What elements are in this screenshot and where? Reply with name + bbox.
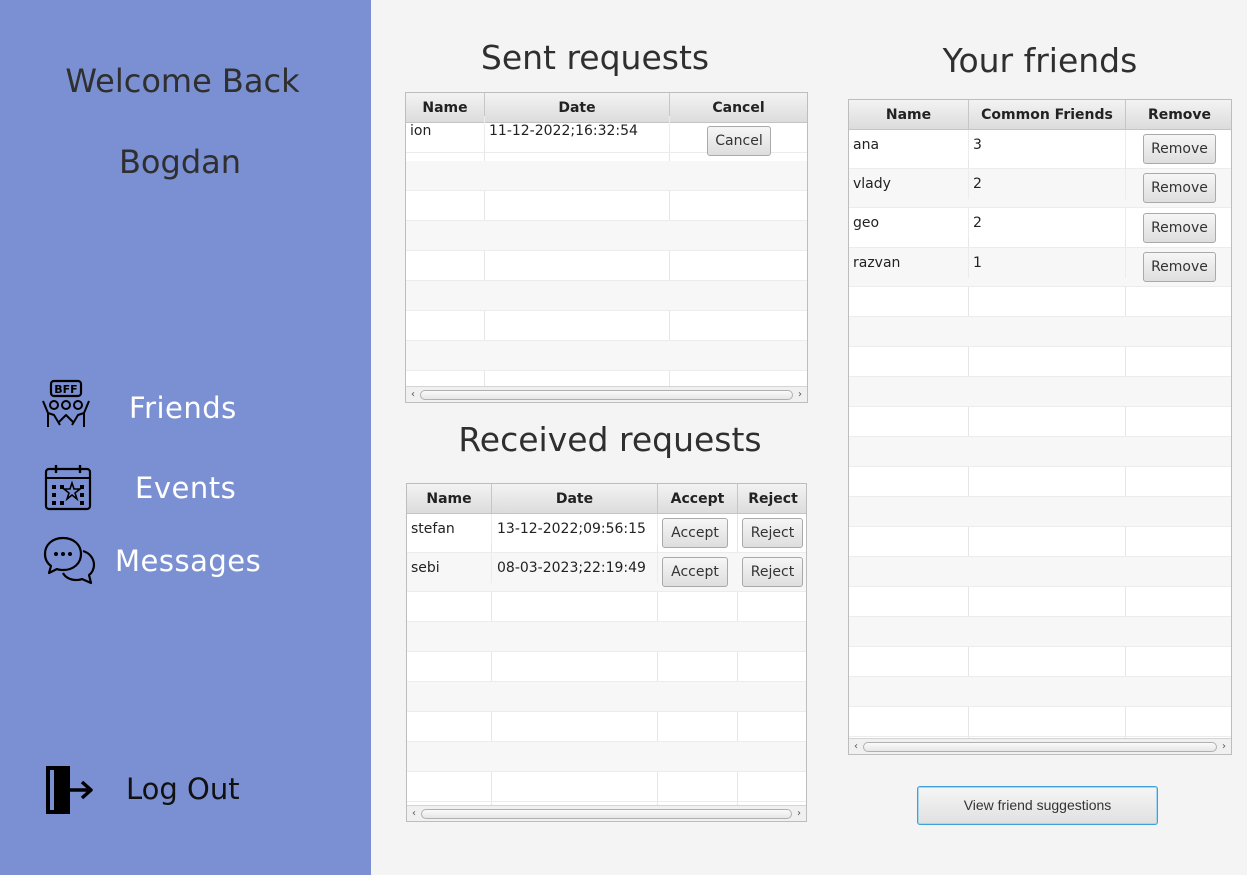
cell-name: geo [849, 208, 969, 238]
table-row[interactable]: vlady 2 Remove [849, 169, 1231, 208]
scroll-left-icon[interactable]: ‹ [849, 739, 863, 754]
table-row[interactable]: ana 3 Remove [849, 130, 1231, 169]
column-header-accept[interactable]: Accept [658, 484, 738, 514]
cell-common-friends: 2 [969, 169, 1126, 199]
remove-friend-button[interactable]: Remove [1143, 252, 1216, 282]
nav-events[interactable]: Events [135, 471, 236, 505]
received-requests-title: Received requests [458, 420, 762, 459]
scroll-right-icon[interactable]: › [792, 806, 806, 821]
table-header: Name Common Friends Remove [849, 100, 1231, 130]
bff-friends-icon[interactable]: BFF [40, 379, 92, 431]
table-row[interactable]: sebi 08-03-2023;22:19:49 Accept Reject [407, 553, 806, 592]
column-header-remove[interactable]: Remove [1126, 100, 1231, 130]
view-friend-suggestions-button[interactable]: View friend suggestions [917, 786, 1158, 825]
scroll-right-icon[interactable]: › [1217, 739, 1231, 754]
cell-date: 08-03-2023;22:19:49 [492, 553, 658, 583]
cell-common-friends: 1 [969, 248, 1126, 278]
accept-button[interactable]: Accept [662, 557, 728, 587]
cell-common-friends: 2 [969, 208, 1126, 238]
sent-requests-table: Name Date Cancel ion 11-12-2022;16:32:54… [405, 92, 808, 403]
remove-friend-button[interactable]: Remove [1143, 173, 1216, 203]
cell-name: vlady [849, 169, 969, 199]
horizontal-scrollbar[interactable]: ‹ › [407, 805, 806, 821]
column-header-date[interactable]: Date [492, 484, 658, 514]
sidebar: Welcome Back Bogdan BFF Friends Events M… [0, 0, 371, 875]
chat-bubbles-icon[interactable] [43, 535, 97, 587]
remove-friend-button[interactable]: Remove [1143, 134, 1216, 164]
logout-door-icon[interactable] [44, 764, 96, 816]
reject-button[interactable]: Reject [742, 518, 803, 548]
cell-name: stefan [407, 514, 492, 544]
logout-button[interactable]: Log Out [126, 772, 240, 806]
column-header-common-friends[interactable]: Common Friends [969, 100, 1126, 130]
username: Bogdan [118, 143, 242, 181]
cell-common-friends: 3 [969, 130, 1126, 160]
table-row[interactable]: razvan 1 Remove [849, 248, 1231, 287]
table-row[interactable]: ion 11-12-2022;16:32:54 Cancel [406, 116, 807, 156]
cell-date: 11-12-2022;16:32:54 [485, 116, 670, 146]
nav-messages[interactable]: Messages [115, 544, 261, 578]
table-row[interactable]: geo 2 Remove [849, 208, 1231, 248]
your-friends-title: Your friends [942, 41, 1138, 80]
svg-text:BFF: BFF [54, 383, 77, 396]
accept-button[interactable]: Accept [662, 518, 728, 548]
column-header-name[interactable]: Name [407, 484, 492, 514]
nav-friends[interactable]: Friends [129, 391, 237, 425]
cell-name: ana [849, 130, 969, 160]
calendar-icon[interactable] [44, 463, 92, 511]
column-header-cancel[interactable]: Cancel [670, 93, 807, 123]
received-requests-table: Name Date Accept Reject stefan 13-12-202… [406, 483, 807, 822]
horizontal-scrollbar[interactable]: ‹ › [849, 738, 1231, 754]
column-header-reject[interactable]: Reject [738, 484, 806, 514]
cell-name: sebi [407, 553, 492, 583]
cell-date: 13-12-2022;09:56:15 [492, 514, 658, 544]
remove-friend-button[interactable]: Remove [1143, 213, 1216, 243]
scroll-thumb[interactable] [421, 809, 792, 819]
friends-table: Name Common Friends Remove ana 3 Remove … [848, 99, 1232, 755]
cell-name: razvan [849, 248, 969, 278]
cancel-request-button[interactable]: Cancel [707, 126, 771, 156]
sent-requests-title: Sent requests [480, 38, 710, 77]
scroll-thumb[interactable] [420, 390, 793, 400]
table-row[interactable]: stefan 13-12-2022;09:56:15 Accept Reject [407, 514, 806, 553]
welcome-text: Welcome Back [65, 62, 300, 100]
table-header: Name Date Accept Reject [407, 484, 806, 514]
scroll-left-icon[interactable]: ‹ [406, 387, 420, 402]
cell-name: ion [406, 116, 485, 146]
reject-button[interactable]: Reject [742, 557, 803, 587]
horizontal-scrollbar[interactable]: ‹ › [406, 386, 807, 402]
scroll-thumb[interactable] [863, 742, 1217, 752]
column-header-name[interactable]: Name [849, 100, 969, 130]
scroll-right-icon[interactable]: › [793, 387, 807, 402]
scroll-left-icon[interactable]: ‹ [407, 806, 421, 821]
